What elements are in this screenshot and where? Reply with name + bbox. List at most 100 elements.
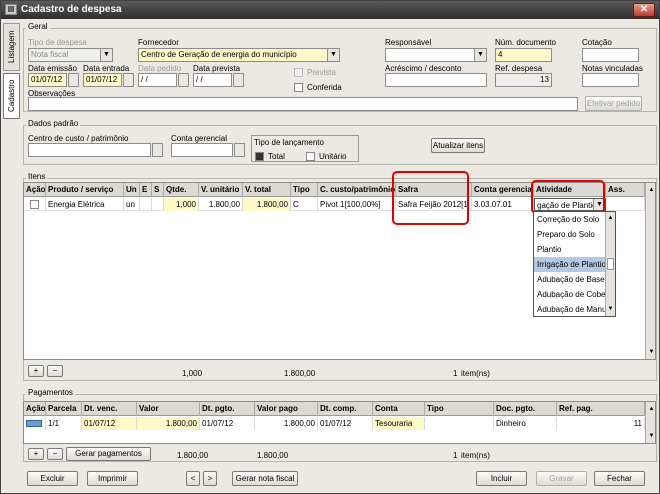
col-ass[interactable]: Ass. (606, 183, 645, 197)
fornecedor-select[interactable]: Centro de Geração de energia do municípi… (138, 48, 340, 62)
add-item-button[interactable]: + (28, 365, 44, 377)
table-row[interactable]: 1/1 01/07/12 1.800,00 01/07/12 1.800,00 … (24, 417, 645, 430)
calendar-icon[interactable] (178, 73, 189, 87)
scroll-thumb[interactable] (607, 258, 614, 270)
cell-v-unitario[interactable]: 1.800,00 (199, 198, 243, 211)
col-parcela[interactable]: Parcela (46, 402, 82, 416)
cell-dt-venc[interactable]: 01/07/12 (82, 417, 137, 430)
scroll-up-icon[interactable]: ▲ (647, 404, 655, 414)
row-action[interactable] (24, 198, 46, 211)
col-dt-comp[interactable]: Dt. comp. (318, 402, 373, 416)
total-radio[interactable] (255, 152, 264, 161)
cell-conta-gerencial[interactable]: 3.03.07.01 (472, 198, 534, 211)
remove-item-button[interactable]: − (47, 365, 63, 377)
unitario-radio[interactable] (306, 152, 315, 161)
chevron-down-icon[interactable]: ▼ (474, 49, 486, 61)
imprimir-button[interactable]: Imprimir (87, 471, 138, 486)
fechar-button[interactable]: Fechar (594, 471, 645, 486)
excluir-button[interactable]: Excluir (27, 471, 78, 486)
col-dt-pgto[interactable]: Dt. pgto. (200, 402, 255, 416)
responsavel-select[interactable]: ▼ (385, 48, 487, 62)
cotacao-input[interactable] (582, 48, 639, 62)
col-c-custo[interactable]: C. custo/patrimônio (318, 183, 396, 197)
col-ref-pag[interactable]: Ref. pag. (557, 402, 645, 416)
col-s[interactable]: S (152, 183, 164, 197)
close-button[interactable]: ✕ (633, 3, 655, 17)
incluir-button[interactable]: Incluir (476, 471, 527, 486)
data-entrada-input[interactable]: 01/07/12 (83, 73, 122, 87)
atividade-option[interactable]: Plantio (534, 242, 605, 257)
prevista-checkbox[interactable] (294, 68, 303, 77)
prev-button[interactable]: < (186, 471, 200, 486)
pagamentos-scrollbar[interactable]: ▲ ▼ (645, 402, 655, 443)
col-conta[interactable]: Conta (373, 402, 425, 416)
cell-qtde[interactable]: 1,000 (164, 198, 199, 211)
notas-vinculadas-input[interactable] (582, 73, 639, 87)
atividade-option-selected[interactable]: Irrigação de Plantio (534, 257, 606, 272)
col-valor[interactable]: Valor (137, 402, 200, 416)
atividade-option[interactable]: Preparo do Solo (534, 227, 605, 242)
lookup-icon[interactable] (234, 143, 245, 157)
atualizar-itens-button[interactable]: Atualizar itens (431, 138, 485, 153)
cell-ref-pag[interactable]: 11 (557, 417, 645, 430)
row-select-checkbox[interactable] (30, 200, 39, 209)
cell-doc-pgto[interactable]: Dinheiro (494, 417, 557, 430)
cell-tipo[interactable]: C (291, 198, 318, 211)
cell-e[interactable] (140, 198, 152, 211)
col-acao[interactable]: Ação (24, 183, 46, 197)
gerar-nota-fiscal-button[interactable]: Gerar nota fiscal (232, 471, 298, 486)
cell-parcela[interactable]: 1/1 (46, 417, 82, 430)
conferida-checkbox[interactable] (294, 83, 303, 92)
scroll-down-icon[interactable]: ▼ (647, 431, 655, 441)
cell-tipo[interactable] (425, 417, 494, 430)
cell-conta[interactable]: Tesouraria (373, 417, 425, 430)
efetivar-pedido-button[interactable]: Efetivar pedido (585, 96, 642, 111)
col-dt-venc[interactable]: Dt. venc. (82, 402, 137, 416)
cell-dt-pgto[interactable]: 01/07/12 (200, 417, 255, 430)
cell-s[interactable] (152, 198, 164, 211)
tab-listagem[interactable]: Listagem (3, 23, 20, 71)
chevron-down-icon[interactable]: ▼ (327, 49, 339, 61)
acrescimo-input[interactable] (385, 73, 487, 87)
cell-produto[interactable]: Energia Elétrica (46, 198, 124, 211)
col-v-total[interactable]: V. total (243, 183, 291, 197)
cell-valor[interactable]: 1.800,00 (137, 417, 200, 430)
itens-scrollbar[interactable]: ▲ ▼ (645, 183, 655, 359)
cell-c-custo[interactable]: Pivot 1[100,00%] (318, 198, 396, 211)
data-pedido-input[interactable]: / / (138, 73, 177, 87)
centro-custo-input[interactable] (28, 143, 151, 157)
col-valor-pago[interactable]: Valor pago (255, 402, 318, 416)
lookup-icon[interactable] (152, 143, 163, 157)
chevron-down-icon[interactable]: ▼ (100, 49, 112, 61)
cell-valor-pago[interactable]: 1.800,00 (255, 417, 318, 430)
scroll-up-icon[interactable]: ▲ (606, 213, 615, 223)
dropdown-scrollbar[interactable]: ▲ ▼ (605, 212, 615, 316)
observacoes-input[interactable] (28, 97, 578, 111)
scroll-down-icon[interactable]: ▼ (647, 347, 655, 357)
gerar-pagamentos-button[interactable]: Gerar pagamentos (66, 447, 151, 461)
gravar-button[interactable]: Gravar (536, 471, 587, 486)
tipo-despesa-select[interactable]: Nota fiscal ▼ (28, 48, 113, 62)
next-button[interactable]: > (203, 471, 217, 486)
data-emissao-input[interactable]: 01/07/12 (28, 73, 67, 87)
atividade-option[interactable]: Correção do Solo (534, 212, 605, 227)
col-v-unitario[interactable]: V. unitário (199, 183, 243, 197)
edit-row-icon[interactable] (26, 420, 42, 427)
row-action[interactable] (24, 417, 46, 430)
num-documento-input[interactable]: 4 (495, 48, 552, 62)
cell-v-total[interactable]: 1.800,00 (243, 198, 291, 211)
tab-cadastro[interactable]: Cadastro (3, 73, 20, 119)
col-e[interactable]: E (140, 183, 152, 197)
atividade-option[interactable]: Adubação de Base (534, 272, 605, 287)
calendar-icon[interactable] (123, 73, 134, 87)
col-qtde[interactable]: Qtde. (164, 183, 199, 197)
data-prevista-input[interactable]: / / (193, 73, 232, 87)
remove-payment-button[interactable]: − (47, 448, 63, 460)
col-conta-gerencial[interactable]: Conta gerencial (472, 183, 534, 197)
add-payment-button[interactable]: + (28, 448, 44, 460)
atividade-option[interactable]: Adubação de Cober (534, 287, 608, 302)
calendar-icon[interactable] (233, 73, 244, 87)
calendar-icon[interactable] (68, 73, 79, 87)
col-tipo[interactable]: Tipo (291, 183, 318, 197)
scroll-down-icon[interactable]: ▼ (606, 304, 615, 314)
